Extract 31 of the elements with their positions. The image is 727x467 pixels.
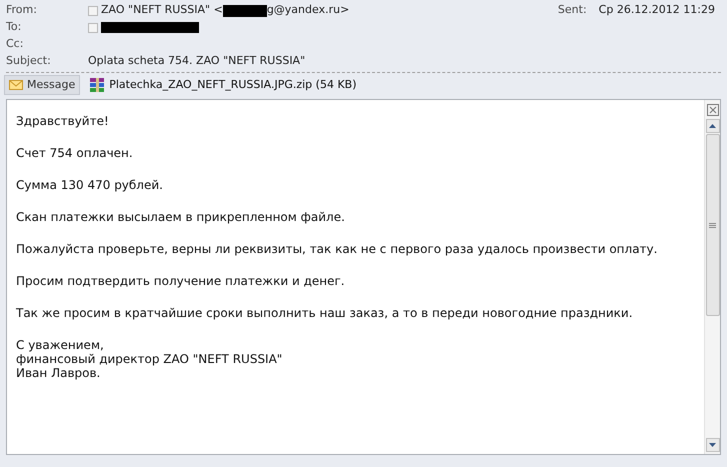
message-paragraph: Сумма 130 470 рублей.: [16, 178, 164, 192]
checkbox-icon: [88, 22, 98, 32]
message-paragraph: Скан платежки высылаем в прикрепленном файле.: [16, 210, 346, 224]
attachment-tab[interactable]: Platechka_ZAO_NEFT_RUSSIA.JPG.zip (54 KB): [84, 75, 362, 95]
field-label: To:: [6, 19, 22, 36]
signature-line: финансовый директор ZAO "NEFT RUSSIA": [16, 352, 284, 366]
message-tab[interactable]: Message: [4, 75, 80, 95]
scrollbar-thumb[interactable]: [706, 134, 720, 316]
field-label: Subject:: [6, 53, 52, 70]
sender-name: ZAO "NEFT RUSSIA" <: [101, 2, 223, 18]
message-paragraph: Здравствуйте!: [16, 114, 110, 128]
archive-icon: [89, 77, 106, 93]
signature-line: Иван Лавров.: [16, 366, 102, 380]
checkbox-icon: [88, 6, 98, 16]
message-paragraph: Счет 754 оплачен.: [16, 146, 134, 160]
envelope-icon: [9, 80, 23, 90]
redaction-bar: [222, 4, 267, 16]
sent-date: Ср 26.12.2012 11:29: [598, 2, 715, 18]
field-label: Cc:: [6, 36, 24, 52]
down-arrow-icon: [709, 443, 716, 447]
message-paragraph: Пожалуйста проверьте, верны ли реквизиты, так как не с первого раза удалось произвести оплату.: [16, 242, 658, 256]
signature-line: С уважением,: [16, 338, 105, 352]
scroll-up-button[interactable]: [706, 119, 720, 133]
sender-address: g@yandex.ru>: [266, 2, 350, 18]
message-paragraph: Так же просим в кратчайшие сроки выполнить наш заказ, а то в переди новогодние праздники.: [16, 306, 634, 320]
message-paragraph: Просим подтвердить получение платежки и денег.: [16, 274, 346, 288]
scroll-down-button[interactable]: [706, 438, 720, 452]
field-label: Sent:: [558, 2, 587, 18]
field-label: From:: [6, 2, 38, 18]
up-arrow-icon: [709, 124, 716, 128]
subject-text: Oplata scheta 754. ZAO "NEFT RUSSIA": [88, 53, 306, 70]
